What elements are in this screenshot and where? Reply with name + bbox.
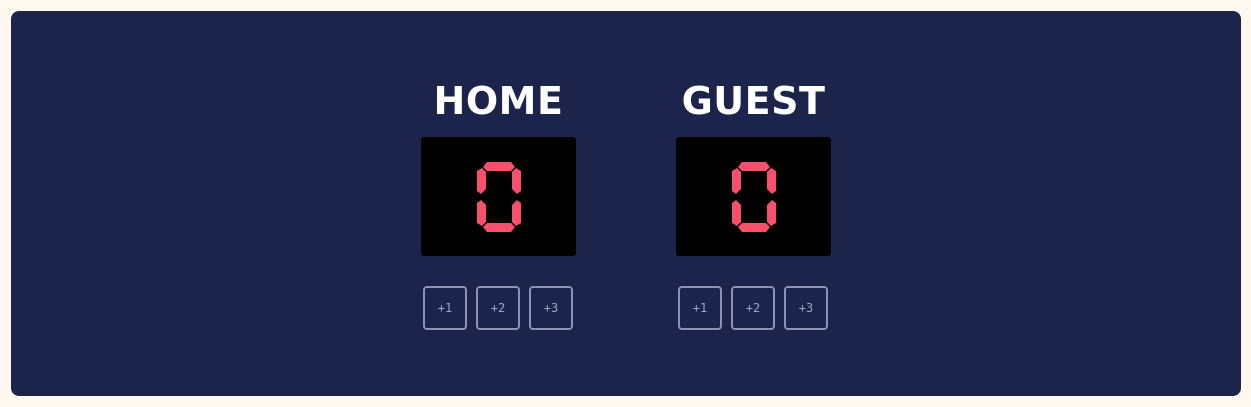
segment-top (737, 161, 770, 171)
segment-bottom (482, 222, 515, 232)
segment-upper-left (731, 167, 741, 194)
home-score-display: 0 (421, 137, 576, 256)
home-add-2-button[interactable]: +2 (476, 286, 520, 330)
guest-score-display: 0 (676, 137, 831, 256)
segment-lower-left (731, 199, 741, 226)
segment-top (482, 161, 515, 171)
segment-upper-right (766, 167, 776, 194)
segment-upper-left (476, 167, 486, 194)
guest-title: GUEST (681, 79, 826, 123)
home-score-value: 0 (421, 137, 422, 138)
home-score-digit (476, 161, 521, 232)
guest-score-digit (731, 161, 776, 232)
home-button-row: +1 +2 +3 (423, 286, 574, 330)
guest-score-value: 0 (676, 137, 677, 138)
segment-lower-right (511, 199, 521, 226)
segment-bottom (737, 222, 770, 232)
guest-button-row: +1 +2 +3 (678, 286, 829, 330)
home-add-3-button[interactable]: +3 (529, 286, 573, 330)
guest-add-1-button[interactable]: +1 (678, 286, 722, 330)
home-add-1-button[interactable]: +1 (423, 286, 467, 330)
segment-upper-right (511, 167, 521, 194)
segment-lower-right (766, 199, 776, 226)
scoreboard: HOME 0 +1 +2 +3 GUEST 0 (11, 11, 1241, 396)
guest-add-2-button[interactable]: +2 (731, 286, 775, 330)
guest-add-3-button[interactable]: +3 (784, 286, 828, 330)
home-title: HOME (433, 79, 564, 123)
segment-lower-left (476, 199, 486, 226)
